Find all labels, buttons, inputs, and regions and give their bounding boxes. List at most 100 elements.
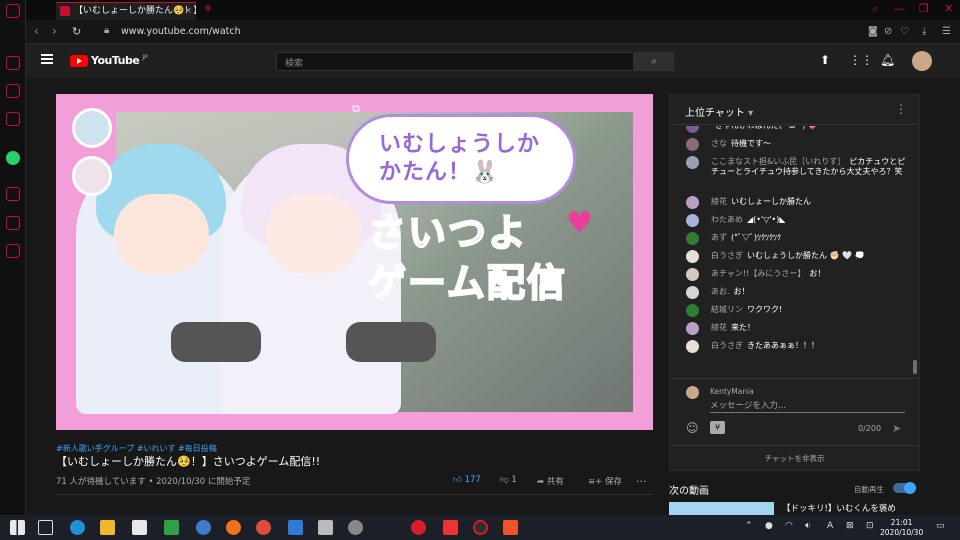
tray-app-icon[interactable]: ●	[765, 521, 773, 531]
opera-gx-icon[interactable]	[443, 520, 458, 535]
chat-author-avatar[interactable]	[686, 322, 699, 335]
chat-author-avatar[interactable]	[686, 232, 699, 245]
close-window-button[interactable]: ✕	[944, 2, 953, 15]
camera-icon[interactable]: ◙	[868, 26, 878, 37]
taskbar-clock[interactable]: 21:01 2020/10/30	[880, 518, 923, 538]
tab-active[interactable]: 【いむしょーしか勝たん🥺！】さ ×	[56, 2, 196, 20]
search-tabs-icon[interactable]: ⌕	[872, 2, 878, 16]
firefox-icon[interactable]	[226, 520, 241, 535]
video-player[interactable]: いむしょうしか かたん！🐰 さいつよ ♥ ゲーム配信 ⧉	[56, 94, 653, 430]
chat-scrollbar[interactable]	[913, 360, 917, 374]
tab-close-icon[interactable]: ×	[184, 3, 192, 19]
chat-author-name[interactable]: あお.	[711, 287, 730, 296]
chat-author-avatar[interactable]	[686, 340, 699, 353]
save-button[interactable]: ≡+ 保存	[588, 475, 622, 487]
store-icon[interactable]	[132, 520, 147, 535]
chat-more-icon[interactable]: ⋮	[895, 102, 907, 116]
share-button[interactable]: ➦ 共有	[537, 475, 564, 487]
whatsapp-icon[interactable]	[6, 151, 20, 165]
windows-start-icon[interactable]	[10, 520, 25, 535]
wifi-icon[interactable]: ◠	[785, 521, 793, 531]
minimize-button[interactable]: —	[894, 2, 905, 15]
opera-active-icon[interactable]	[473, 520, 488, 535]
opera-logo-icon[interactable]	[6, 4, 20, 18]
twitch-icon[interactable]	[6, 112, 20, 126]
notification-center-icon[interactable]: ▭	[936, 521, 945, 531]
task-view-icon[interactable]	[38, 520, 53, 535]
app-icon[interactable]	[348, 520, 363, 535]
history-icon[interactable]	[6, 187, 20, 201]
next-video-thumbnail[interactable]	[669, 502, 774, 515]
easy-setup-icon[interactable]: ☰	[942, 26, 951, 37]
notifications-bell-icon[interactable]: 🔔︎	[880, 53, 895, 67]
chat-author-avatar[interactable]	[686, 214, 699, 227]
tray-chevron-icon[interactable]: ⌃	[745, 521, 753, 531]
send-icon[interactable]: ➤	[892, 422, 901, 435]
speed-dial-icon[interactable]	[6, 56, 20, 70]
more-actions-button[interactable]: ...	[636, 472, 647, 485]
chat-mode-dropdown[interactable]: 上位チャット ▾	[685, 104, 753, 119]
chat-author-name[interactable]: ここまなスト担&いふ民［いれりす］	[711, 157, 845, 166]
maximize-button[interactable]: ❐	[919, 2, 929, 15]
chrome-icon[interactable]	[256, 520, 271, 535]
heart-icon[interactable]: ♡	[900, 26, 909, 37]
autoplay-toggle[interactable]	[893, 482, 916, 494]
chat-author-avatar[interactable]	[686, 196, 699, 209]
chat-author-avatar[interactable]	[686, 286, 699, 299]
dislike-button[interactable]: 👎︎ 1	[500, 475, 517, 485]
mail-icon[interactable]	[288, 520, 303, 535]
chat-author-name[interactable]: さな	[711, 139, 727, 148]
super-chat-icon[interactable]: ¥	[710, 421, 725, 434]
chat-author-avatar[interactable]	[686, 250, 699, 263]
next-video-title[interactable]: 【ドッキリ!】いむくんを褒め	[782, 502, 896, 514]
security-icon[interactable]: ⊠	[846, 521, 854, 531]
ie-icon[interactable]	[196, 520, 211, 535]
download-icon[interactable]: ⤓	[922, 26, 926, 37]
like-button[interactable]: 👍︎ 177	[453, 475, 481, 485]
back-icon[interactable]: ‹	[34, 24, 39, 38]
chat-author-name[interactable]: 綾花	[711, 323, 727, 332]
edge-icon[interactable]	[70, 520, 85, 535]
url-field[interactable]: www.youtube.com/watch	[121, 26, 241, 37]
chat-messages[interactable]: きゃんかわぼんだ(^ω^) 💖 さな待機です〜ここまなスト担&いふ民［いれりす］ピ…	[670, 126, 919, 376]
chat-author-avatar[interactable]	[686, 138, 699, 151]
chat-author-name[interactable]: 綾花	[711, 197, 727, 206]
ime-icon[interactable]: A	[827, 521, 833, 531]
apps-icon[interactable]: ⋮⋮	[849, 53, 873, 67]
forward-icon[interactable]: ›	[52, 24, 57, 38]
chat-author-name[interactable]: あチャン!!【みにうさー】	[711, 269, 805, 278]
reload-icon[interactable]: ↻	[72, 25, 81, 38]
miniplayer-icon[interactable]: ⧉	[352, 102, 360, 116]
chat-author-name[interactable]: わたあめ	[711, 215, 743, 224]
input-mode-icon[interactable]: ⊡	[866, 521, 874, 531]
chat-author-avatar[interactable]	[686, 126, 699, 133]
messenger-icon[interactable]	[6, 84, 20, 98]
crypto-wallet-icon[interactable]	[6, 216, 20, 230]
spreadsheet-app-icon[interactable]	[164, 520, 179, 535]
chat-author-name[interactable]: 結城リン	[711, 305, 743, 314]
search-input[interactable]: 検索	[276, 52, 634, 71]
chat-author-name[interactable]: あず	[711, 233, 727, 242]
search-button[interactable]: ⌕	[634, 52, 674, 71]
chat-author-avatar[interactable]	[686, 304, 699, 317]
adblock-icon[interactable]: ⊘	[884, 26, 892, 37]
chat-author-name[interactable]: 白うさぎ	[711, 341, 743, 350]
settings-icon[interactable]	[6, 244, 20, 258]
brave-icon[interactable]	[503, 520, 518, 535]
chat-message-body: あず (*ﾟ▽ﾟ)ﾂｸﾂｸﾂｸ	[711, 233, 911, 243]
hide-chat-button[interactable]: チャットを非表示	[670, 445, 919, 471]
menu-icon[interactable]	[41, 54, 53, 64]
account-avatar[interactable]	[912, 51, 932, 71]
file-explorer-icon[interactable]	[100, 520, 115, 535]
chat-author-name[interactable]: 白うさぎ	[711, 251, 743, 260]
opera-icon[interactable]	[411, 520, 426, 535]
upload-icon[interactable]: ⬆	[820, 53, 830, 67]
notepad-icon[interactable]	[318, 520, 333, 535]
chat-message-input[interactable]: メッセージを入力...	[710, 399, 905, 413]
chat-author-avatar[interactable]	[686, 268, 699, 281]
chat-author-avatar[interactable]	[686, 156, 699, 169]
youtube-logo[interactable]: YouTube JP	[70, 54, 148, 67]
volume-icon[interactable]: 🔉︎	[805, 521, 811, 531]
new-tab-button[interactable]: +	[203, 1, 213, 15]
emoji-icon[interactable]: ☺	[686, 421, 699, 435]
